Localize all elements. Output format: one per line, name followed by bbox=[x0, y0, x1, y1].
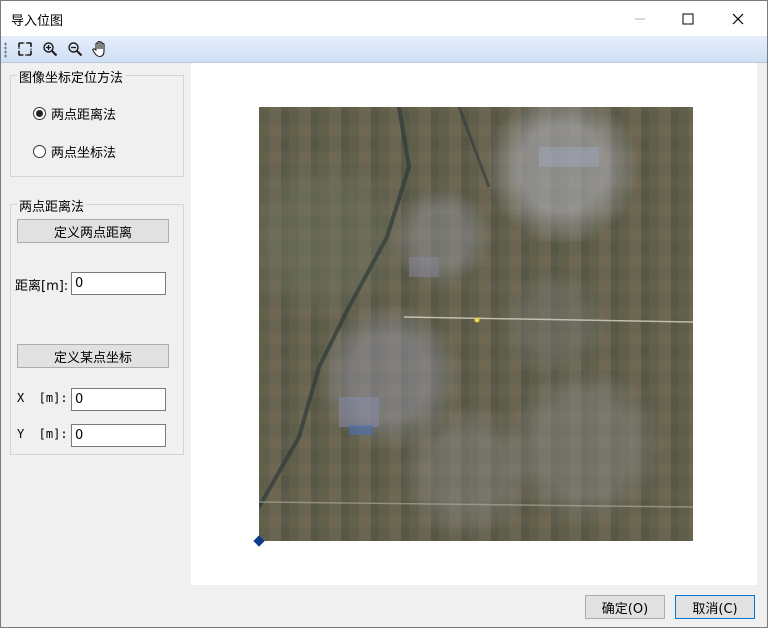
x-coordinate-input[interactable] bbox=[71, 388, 166, 411]
title-bar[interactable]: 导入位图 bbox=[1, 1, 767, 36]
radio-circle-unselected[interactable] bbox=[33, 145, 46, 158]
define-point-coordinate-button[interactable]: 定义某点坐标 bbox=[17, 344, 169, 368]
left-panel: 图像坐标定位方法 两点距离法 两点坐标法 两点距离法 定义两点距离 距离[m]:… bbox=[1, 63, 189, 585]
radio-selected-dot bbox=[36, 110, 43, 117]
y-label: Y [m]: bbox=[17, 427, 68, 441]
zoom-out-button[interactable] bbox=[65, 39, 85, 59]
y-coordinate-input[interactable] bbox=[71, 424, 166, 447]
full-extent-button[interactable] bbox=[15, 39, 35, 59]
minimize-icon bbox=[635, 18, 645, 19]
radio-two-point-coordinate[interactable]: 两点坐标法 bbox=[33, 142, 116, 161]
method-group-title: 图像坐标定位方法 bbox=[17, 67, 126, 86]
pan-hand-icon bbox=[92, 40, 105, 58]
distance-group-title: 两点距离法 bbox=[17, 196, 87, 215]
zoom-in-button[interactable] bbox=[40, 39, 60, 59]
satellite-image[interactable] bbox=[259, 107, 693, 541]
maximize-icon bbox=[682, 13, 694, 24]
x-label: X [m]: bbox=[17, 391, 68, 405]
ok-button[interactable]: 确定(O) bbox=[585, 595, 665, 619]
image-detail-overlay bbox=[259, 107, 693, 508]
close-button[interactable] bbox=[715, 1, 761, 36]
method-groupbox: 图像坐标定位方法 两点距离法 两点坐标法 bbox=[10, 67, 184, 177]
window-title: 导入位图 bbox=[11, 14, 64, 29]
zoom-out-icon bbox=[68, 42, 83, 57]
import-bitmap-dialog: 导入位图 图像坐标定位方法 两点距离法 两点坐标法 两点距离法 定义两点距离 距… bbox=[0, 0, 768, 628]
radio-label-coordinate: 两点坐标法 bbox=[51, 146, 117, 161]
radio-two-point-distance[interactable]: 两点距离法 bbox=[33, 104, 116, 123]
button-bar: 确定(O) 取消(C) bbox=[1, 585, 767, 627]
close-icon bbox=[732, 13, 744, 24]
maximize-button[interactable] bbox=[665, 1, 711, 36]
map-toolbar bbox=[1, 36, 767, 63]
pan-button[interactable] bbox=[90, 39, 110, 59]
distance-label: 距离[m]: bbox=[15, 279, 69, 294]
map-view[interactable] bbox=[191, 63, 757, 585]
zoom-in-icon bbox=[43, 42, 58, 57]
cancel-button[interactable]: 取消(C) bbox=[675, 595, 755, 619]
distance-groupbox: 两点距离法 定义两点距离 距离[m]: 定义某点坐标 X [m]: Y [m]: bbox=[10, 196, 184, 455]
distance-input[interactable] bbox=[71, 272, 166, 295]
radio-circle-selected[interactable] bbox=[33, 107, 46, 120]
toolbar-grip[interactable] bbox=[4, 42, 7, 58]
define-two-point-distance-button[interactable]: 定义两点距离 bbox=[17, 219, 169, 243]
radio-label-distance: 两点距离法 bbox=[51, 108, 117, 123]
minimize-button[interactable] bbox=[617, 1, 663, 36]
full-extent-icon bbox=[18, 42, 32, 56]
